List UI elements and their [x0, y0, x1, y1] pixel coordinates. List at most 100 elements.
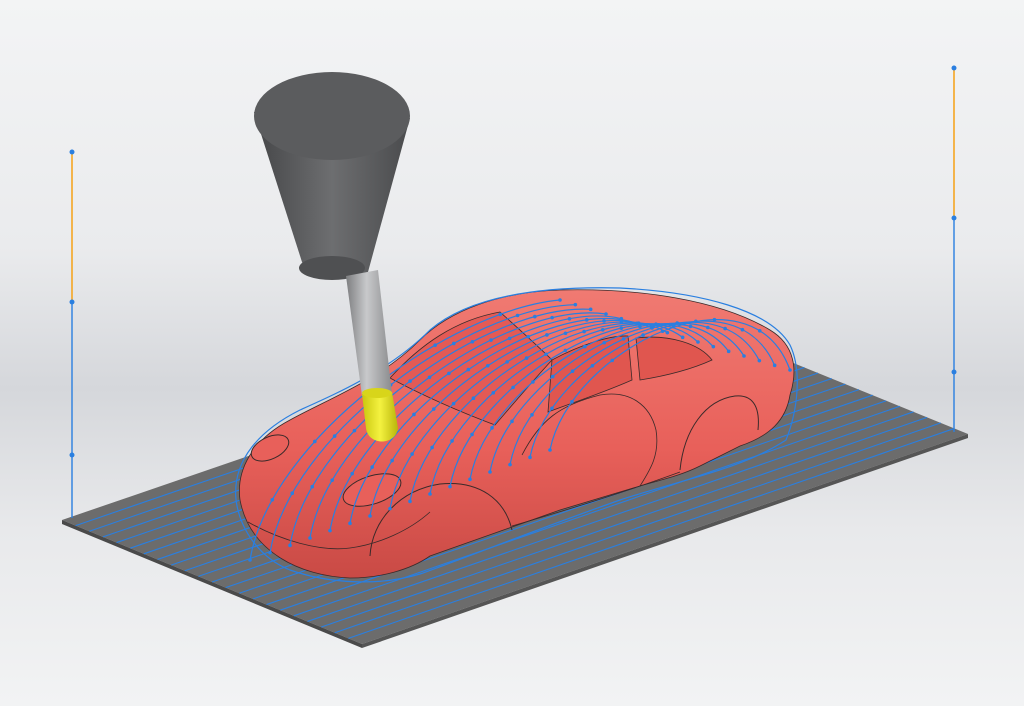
- toolpath-point: [430, 445, 434, 450]
- right-retract-move: [951, 65, 957, 432]
- toolpath-point: [524, 356, 529, 360]
- toolpath-point: [270, 497, 275, 502]
- toolpath-point: [528, 455, 532, 460]
- toolpath-point: [723, 326, 727, 331]
- toolpath-point: [452, 341, 456, 346]
- toolpath-point: [490, 426, 494, 430]
- toolpath-point: [680, 335, 685, 340]
- left-retract-move: [69, 149, 75, 518]
- toolpath-point: [352, 428, 357, 433]
- toolpath-point: [688, 324, 693, 329]
- toolpath-point: [545, 333, 549, 337]
- toolpath-point: [570, 399, 574, 404]
- toolpath-point: [602, 340, 607, 345]
- toolpath-point: [544, 352, 548, 357]
- toolpath-point: [491, 391, 496, 395]
- toolpath-point: [328, 528, 332, 533]
- toolpath-point: [427, 375, 432, 380]
- toolpath-point: [451, 401, 456, 406]
- toolpath-point: [558, 298, 562, 302]
- toolpath-point: [696, 340, 700, 344]
- toolpath-point: [248, 558, 252, 562]
- toolpath-point: [619, 320, 624, 324]
- toolpath-point: [740, 327, 745, 332]
- toolpath-point: [675, 321, 680, 325]
- toolpath-point: [638, 324, 642, 329]
- toolpath-point: [290, 491, 295, 496]
- toolpath-point: [621, 337, 626, 341]
- toolpath-point: [507, 336, 512, 341]
- toolpath-point: [550, 315, 554, 320]
- 3d-scene[interactable]: [0, 0, 1024, 706]
- toolpath-point: [602, 319, 606, 323]
- toolpath-point: [788, 368, 792, 372]
- toolpath-point: [488, 470, 492, 474]
- toolpath-point: [656, 322, 661, 327]
- toolpath-point: [370, 465, 374, 469]
- toolpath-point: [619, 316, 624, 321]
- toolpath-point: [288, 543, 292, 548]
- toolpath-point: [350, 471, 354, 476]
- toolpath-point: [563, 331, 568, 336]
- toolpath-point: [448, 484, 452, 489]
- toolpath-point: [531, 380, 535, 384]
- tool-shank[interactable]: [346, 270, 392, 396]
- toolpath-point: [590, 363, 595, 368]
- toolpath-point: [489, 338, 493, 342]
- toolpath-point: [712, 317, 717, 322]
- toolpath-point: [588, 307, 593, 312]
- toolpath-point: [511, 385, 515, 390]
- toolpath-point: [408, 499, 412, 504]
- toolpath-point: [368, 514, 372, 518]
- toolpath-point: [604, 312, 608, 316]
- toolpath-point: [428, 492, 432, 496]
- toolpath-point: [711, 344, 716, 349]
- toolpath-point: [268, 550, 272, 555]
- toolpath-point: [332, 434, 337, 438]
- toolpath-point: [533, 314, 537, 319]
- toolpath-point: [526, 334, 531, 339]
- toolpath-point: [471, 396, 476, 401]
- toolpath-point: [390, 458, 394, 463]
- toolpath-point: [308, 536, 312, 540]
- toolpath-point: [431, 407, 436, 411]
- cutting-tool-icon[interactable]: [254, 72, 410, 442]
- toolpath-point: [505, 360, 509, 364]
- toolpath-point: [757, 328, 762, 333]
- toolpath-point: [641, 333, 645, 337]
- toolpath-point: [772, 363, 777, 368]
- toolpath-point: [706, 325, 710, 330]
- toolpath-point: [619, 326, 624, 330]
- toolpath-point: [450, 439, 454, 443]
- toolpath-point: [510, 419, 514, 424]
- toolpath-point: [433, 343, 437, 347]
- toolpath-point: [694, 319, 698, 324]
- toolpath-point: [485, 363, 490, 368]
- toolpath-point: [508, 462, 512, 467]
- toolpath-point: [583, 344, 587, 349]
- toolpath-point: [742, 354, 746, 358]
- toolpath-point: [412, 412, 416, 417]
- toolpath-point: [466, 367, 471, 372]
- toolpath-point: [610, 358, 615, 363]
- toolpath-point: [530, 412, 534, 417]
- tool-holder-top: [254, 72, 410, 160]
- toolpath-point: [310, 484, 315, 489]
- toolpath-point: [636, 321, 641, 325]
- cam-viewport[interactable]: [0, 0, 1024, 706]
- toolpath-point: [313, 439, 317, 444]
- toolpath-point: [515, 313, 520, 318]
- toolpath-point: [671, 323, 676, 328]
- toolpath-point: [408, 379, 412, 383]
- toolpath-point: [468, 477, 472, 482]
- toolpath-point: [348, 521, 352, 526]
- toolpath-point: [600, 328, 605, 332]
- toolpath-point: [388, 506, 392, 511]
- toolpath-point: [757, 358, 762, 363]
- toolpath-point: [470, 432, 474, 437]
- toolpath-point: [550, 406, 554, 411]
- toolpath-point: [550, 374, 555, 379]
- toolpath-point: [660, 329, 665, 334]
- toolpath-point: [447, 371, 451, 376]
- toolpath-point: [470, 339, 475, 344]
